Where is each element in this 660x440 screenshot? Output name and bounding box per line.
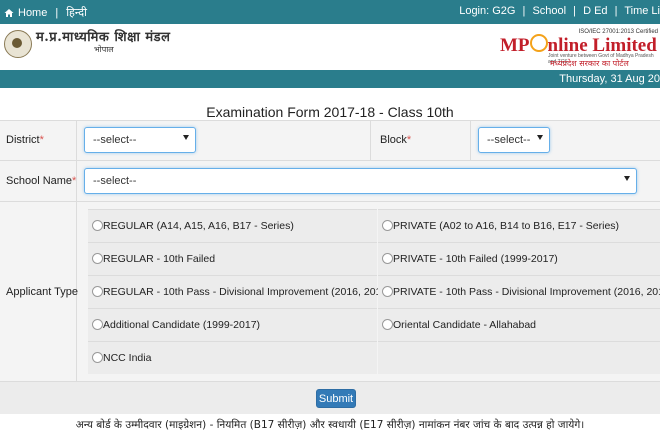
school-label: School Name*: [6, 175, 76, 187]
home-link[interactable]: Home: [18, 7, 47, 19]
school-row: School Name* --select--: [0, 160, 660, 201]
applicant-option-regular-series[interactable]: REGULAR (A14, A15, A16, B17 - Series): [88, 209, 377, 242]
submit-row: Submit: [0, 381, 660, 414]
top-nav-left: Home | हिन्दी: [4, 5, 87, 20]
top-nav-bar: Home | हिन्दी Login: G2G | School | D Ed…: [0, 0, 660, 24]
board-emblem-icon: [4, 30, 32, 58]
radio-button[interactable]: [382, 286, 393, 297]
radio-button[interactable]: [92, 253, 103, 264]
nav-separator: |: [614, 5, 618, 17]
mponline-brand-pre: MP: [500, 35, 530, 56]
applicant-option-private-failed[interactable]: PRIVATE - 10th Failed (1999-2017): [378, 242, 660, 275]
district-select[interactable]: --select--: [84, 127, 196, 153]
option-label: PRIVATE - 10th Failed (1999-2017): [393, 253, 558, 265]
applicant-option-additional[interactable]: Additional Candidate (1999-2017): [88, 308, 377, 341]
option-label: REGULAR - 10th Failed: [103, 253, 216, 265]
block-label: Block*: [380, 134, 411, 146]
empty-option-cell: [378, 341, 660, 374]
nav-separator: |: [55, 6, 59, 19]
login-link-time[interactable]: Time Li: [624, 5, 660, 17]
applicant-option-private-improvement[interactable]: PRIVATE - 10th Pass - Divisional Improve…: [378, 275, 660, 308]
applicant-option-oriental[interactable]: Oriental Candidate - Allahabad: [378, 308, 660, 341]
applicant-type-row: Applicant Type REGULAR (A14, A15, A16, B…: [0, 201, 660, 382]
option-label: REGULAR - 10th Pass - Divisional Improve…: [103, 286, 391, 298]
radio-button[interactable]: [92, 286, 103, 297]
radio-button[interactable]: [92, 352, 103, 363]
block-select[interactable]: --select--: [478, 127, 550, 153]
option-label: PRIVATE - 10th Pass - Divisional Improve…: [393, 286, 660, 298]
login-link-ded[interactable]: D Ed: [583, 5, 607, 17]
radio-button[interactable]: [382, 220, 393, 231]
hindi-link[interactable]: हिन्दी: [66, 5, 87, 20]
column-divider: [76, 121, 77, 160]
school-select-value: --select--: [93, 175, 137, 187]
header-banner: म.प्र.माध्यमिक शिक्षा मंडल भोपाल ISO/IEC…: [0, 24, 660, 70]
chevron-down-icon: [183, 135, 189, 140]
mponline-logo[interactable]: ISO/IEC 27001:2013 Certified MP nline Lim…: [500, 26, 660, 68]
login-label: Login:: [459, 5, 490, 17]
mpbse-logo-title: म.प्र.माध्यमिक शिक्षा मंडल: [36, 30, 171, 45]
required-marker: *: [406, 134, 412, 146]
block-label-text: Block: [380, 134, 407, 146]
chevron-down-icon: [537, 135, 543, 140]
nav-separator: |: [522, 5, 526, 17]
option-label: Additional Candidate (1999-2017): [103, 319, 261, 331]
school-select[interactable]: --select--: [84, 168, 637, 194]
applicant-option-ncc[interactable]: NCC India: [88, 341, 377, 374]
top-nav-right: Login: G2G | School | D Ed | Time Li: [459, 5, 660, 17]
column-divider: [370, 121, 371, 160]
applicant-option-private-series[interactable]: PRIVATE (A02 to A16, B14 to B16, E17 - S…: [378, 209, 660, 242]
mponline-tagline: मध्यप्रदेश सरकार का पोर्टल: [550, 59, 629, 68]
home-icon[interactable]: [4, 8, 14, 18]
district-label-text: District: [6, 134, 40, 146]
date-bar: Thursday, 31 Aug 20: [0, 70, 660, 88]
district-select-value: --select--: [93, 134, 137, 146]
option-label: REGULAR (A14, A15, A16, B17 - Series): [103, 220, 294, 232]
required-marker: *: [72, 175, 77, 187]
login-link-g2g[interactable]: G2G: [492, 5, 515, 17]
column-divider: [470, 121, 471, 160]
radio-button[interactable]: [382, 253, 393, 264]
mpbse-logo[interactable]: म.प्र.माध्यमिक शिक्षा मंडल भोपाल: [4, 30, 170, 58]
radio-button[interactable]: [92, 319, 103, 330]
nav-separator: |: [573, 5, 577, 17]
block-select-value: --select--: [487, 134, 531, 146]
mpbse-logo-text: म.प्र.माध्यमिक शिक्षा मंडल भोपाल: [36, 30, 171, 56]
option-label: PRIVATE (A02 to A16, B14 to B16, E17 - S…: [393, 220, 620, 232]
form-title: Examination Form 2017-18 - Class 10th: [206, 104, 454, 120]
radio-button[interactable]: [92, 220, 103, 231]
district-block-row: District* --select-- Block* --select--: [0, 120, 660, 160]
applicant-option-regular-failed[interactable]: REGULAR - 10th Failed: [88, 242, 377, 275]
mponline-o-icon: [529, 34, 548, 52]
school-label-text: School Name: [6, 175, 73, 187]
current-date: Thursday, 31 Aug 20: [559, 73, 660, 85]
applicant-option-regular-improvement[interactable]: REGULAR - 10th Pass - Divisional Improve…: [88, 275, 391, 308]
radio-button[interactable]: [382, 319, 393, 330]
applicant-type-label: Applicant Type: [6, 286, 78, 298]
migration-note: अन्य बोर्ड के उम्मीदवार (माइग्रेशन) - नि…: [75, 419, 585, 431]
submit-button[interactable]: Submit: [316, 389, 356, 408]
option-label: NCC India: [103, 352, 152, 364]
district-label: District*: [6, 134, 44, 146]
login-link-school[interactable]: School: [532, 5, 566, 17]
chevron-down-icon: [624, 176, 630, 181]
required-marker: *: [39, 134, 44, 146]
option-label: Oriental Candidate - Allahabad: [393, 319, 537, 331]
mpbse-logo-subtitle: भोपाल: [94, 45, 114, 54]
